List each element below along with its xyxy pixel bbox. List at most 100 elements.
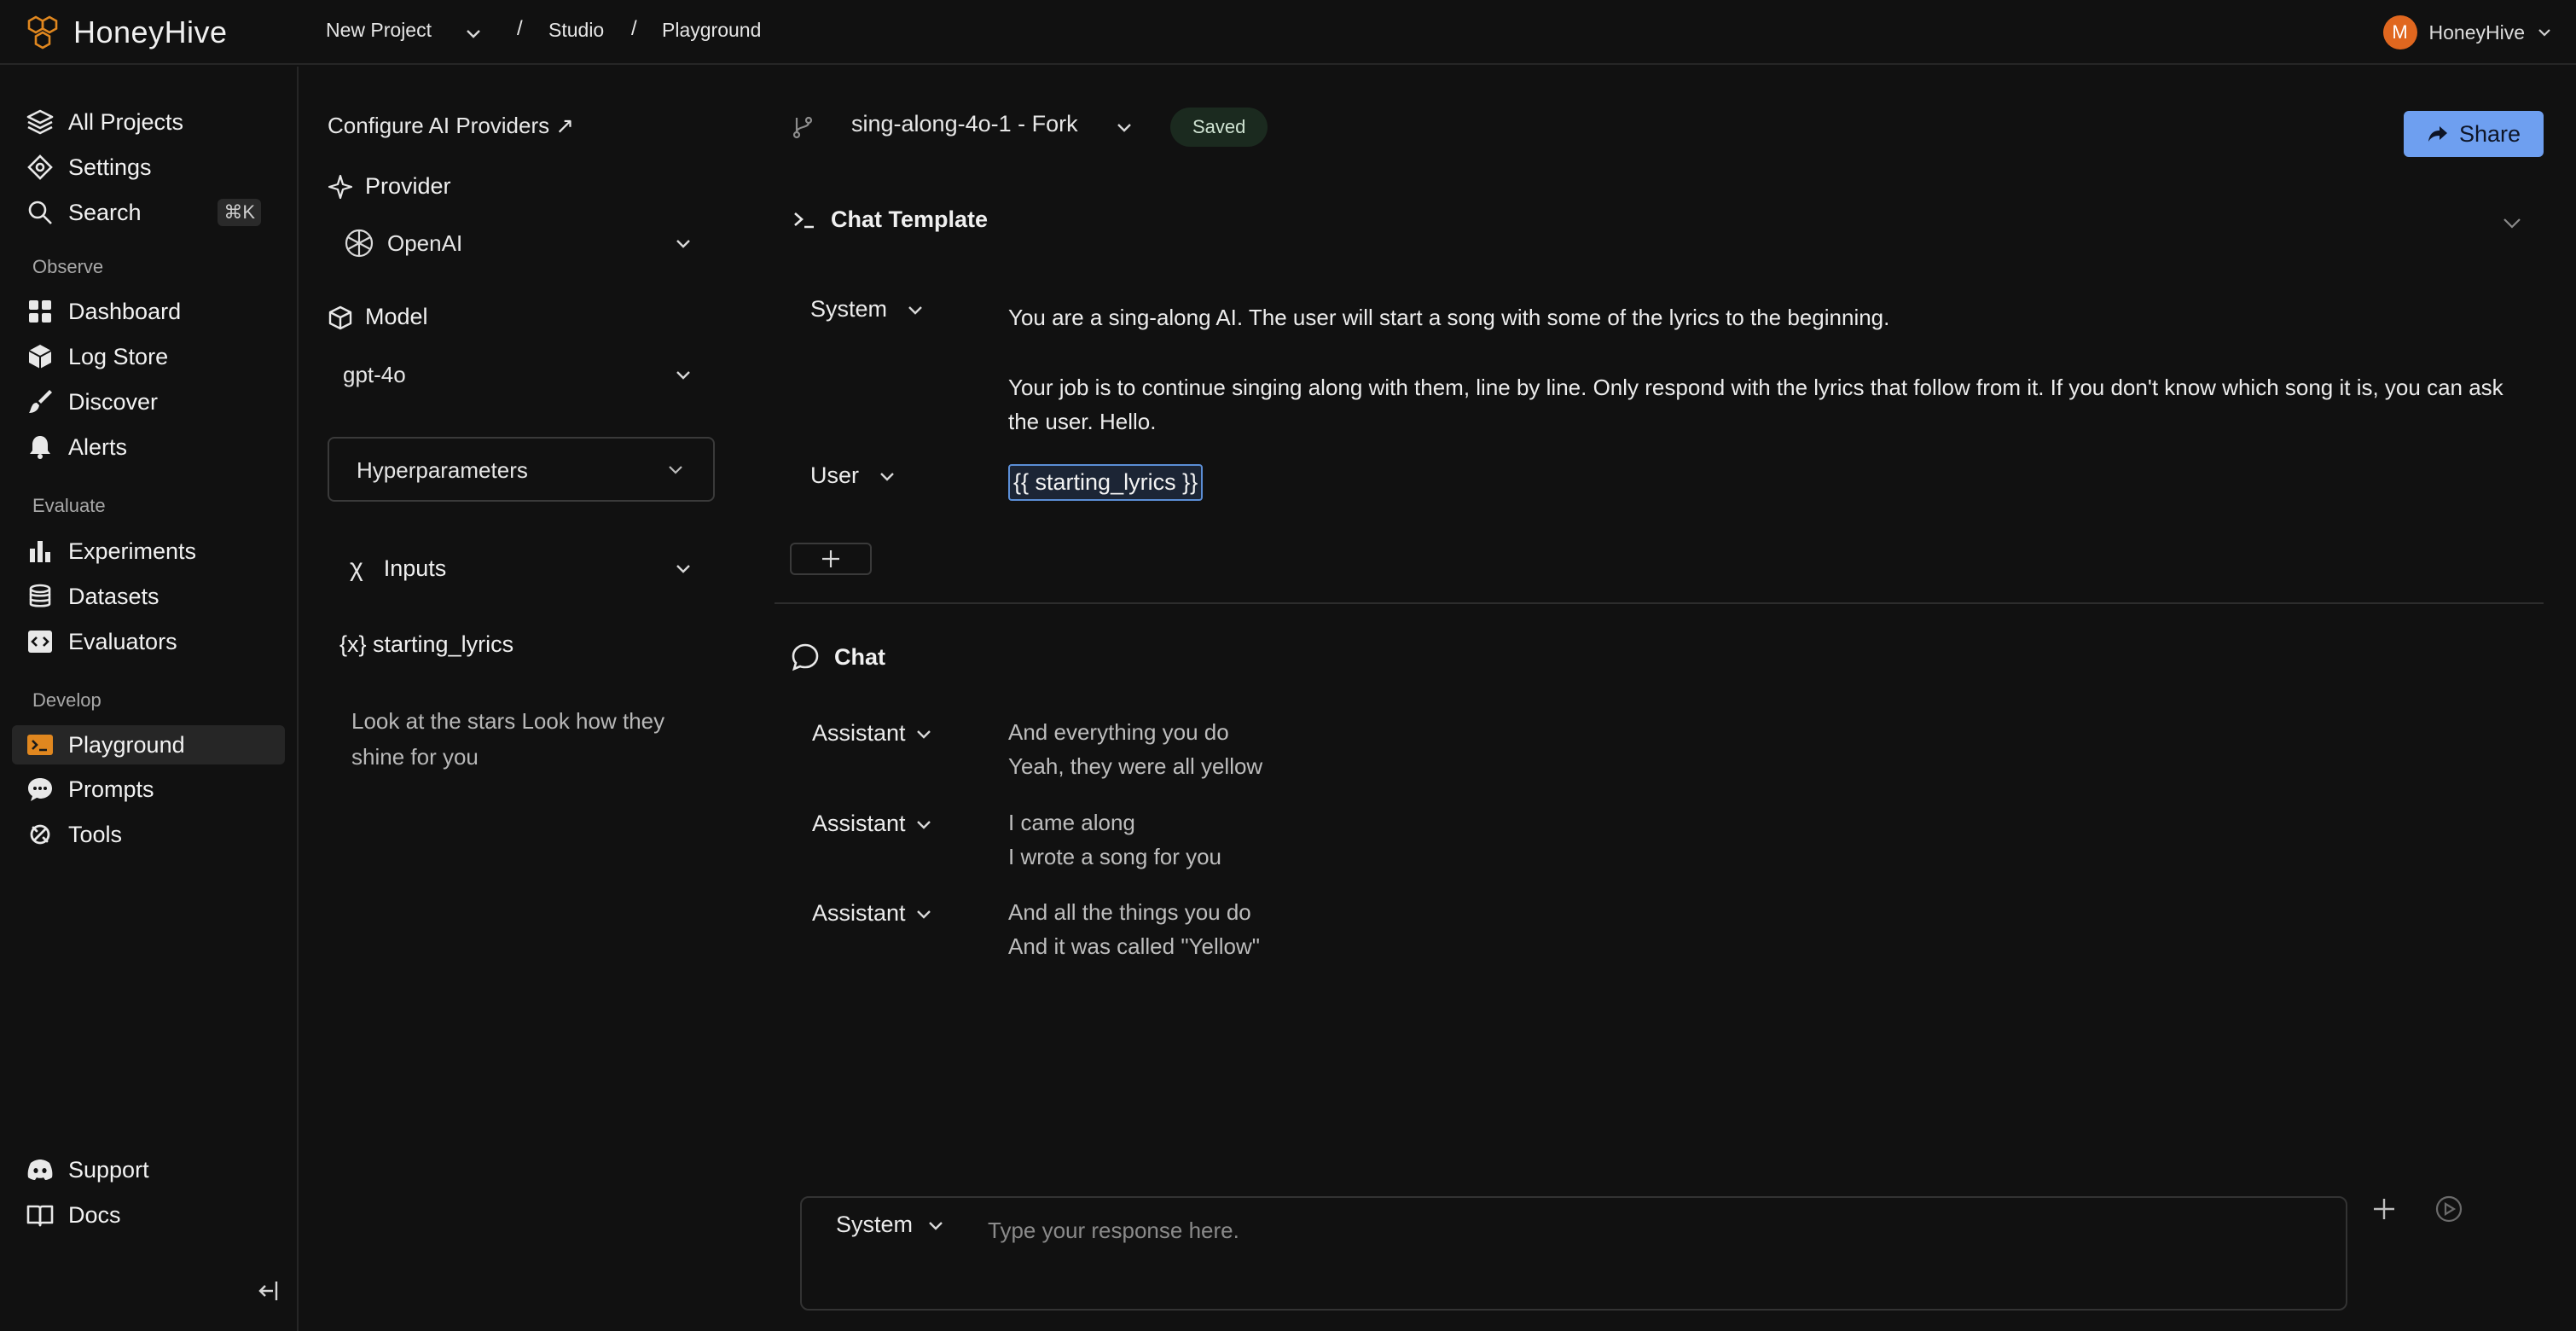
role-label: Assistant — [812, 811, 906, 836]
breadcrumb-separator: / — [631, 17, 637, 40]
section-title-evaluate: Evaluate — [32, 495, 106, 516]
code-icon — [12, 627, 60, 656]
collapse-sidebar-icon[interactable] — [256, 1278, 281, 1304]
package-icon — [328, 305, 353, 330]
sidebar-item-label: Search — [68, 199, 142, 225]
sidebar-item-experiments[interactable]: Experiments — [12, 532, 285, 571]
sidebar-item-tools[interactable]: Tools — [12, 815, 285, 854]
sidebar-item-datasets[interactable]: Datasets — [12, 577, 285, 616]
chevron-down-icon[interactable] — [464, 24, 483, 43]
message-composer: System — [800, 1196, 2347, 1311]
configure-providers-link[interactable]: Configure AI Providers ↗ — [328, 113, 574, 139]
model-heading: Model — [328, 304, 428, 330]
cube-icon — [12, 342, 60, 371]
chevron-down-icon — [878, 467, 896, 485]
sidebar-item-playground[interactable]: Playground — [12, 725, 285, 764]
breadcrumb-project[interactable]: New Project — [326, 19, 432, 42]
assistant-message[interactable]: And all the things you do And it was cal… — [1008, 895, 2527, 963]
add-message-plus-icon[interactable] — [2371, 1196, 2397, 1222]
chevron-down-icon[interactable] — [2501, 212, 2523, 234]
honeyhive-logo-icon — [24, 12, 65, 53]
assistant-message[interactable]: I came along I wrote a song for you — [1008, 805, 2527, 874]
system-message-line[interactable]: You are a sing-along AI. The user will s… — [1008, 300, 2527, 334]
sidebar-item-docs[interactable]: Docs — [12, 1195, 285, 1235]
chat-heading: Chat — [790, 642, 885, 672]
chevron-down-icon — [914, 904, 933, 923]
template-variable-chip[interactable]: {{ starting_lyrics }} — [1008, 464, 1204, 501]
role-label: User — [810, 462, 860, 488]
discord-icon — [12, 1155, 60, 1184]
sidebar-item-settings[interactable]: Settings — [12, 148, 285, 187]
database-icon — [12, 582, 60, 611]
sidebar-item-label: Prompts — [68, 776, 154, 802]
layers-icon — [12, 108, 60, 137]
role-select-assistant[interactable]: Assistant — [812, 811, 933, 837]
brand[interactable]: HoneyHive — [24, 12, 228, 53]
sidebar-item-label: Dashboard — [68, 298, 182, 324]
plus-icon — [820, 548, 842, 570]
openai-logo-icon — [343, 227, 375, 259]
prompt-name[interactable]: sing-along-4o-1 - Fork — [851, 111, 1078, 137]
hyperparameters-dropdown[interactable]: Hyperparameters — [328, 437, 715, 502]
role-label: System — [836, 1212, 914, 1237]
hyperparameters-label: Hyperparameters — [357, 457, 528, 483]
role-select-assistant[interactable]: Assistant — [812, 900, 933, 927]
role-select-system[interactable]: System — [810, 296, 925, 323]
chat-icon — [12, 775, 60, 804]
section-divider — [775, 602, 2544, 604]
sidebar-item-label: Discover — [68, 388, 159, 415]
breadcrumb-playground[interactable]: Playground — [662, 19, 761, 42]
add-message-button[interactable] — [790, 543, 872, 575]
provider-select[interactable]: OpenAI — [343, 225, 710, 261]
sidebar-item-evaluators[interactable]: Evaluators — [12, 622, 285, 661]
sidebar-item-alerts[interactable]: Alerts — [12, 427, 285, 467]
message-line: And everything you do — [1008, 719, 1229, 745]
assistant-message[interactable]: And everything you do Yeah, they were al… — [1008, 715, 2527, 783]
message-line: And it was called "Yellow" — [1008, 933, 1260, 959]
sidebar-item-label: Datasets — [68, 583, 160, 609]
input-variable-value[interactable]: Look at the stars Look how they shine fo… — [351, 703, 710, 775]
role-select-assistant[interactable]: Assistant — [812, 720, 933, 747]
sidebar-item-prompts[interactable]: Prompts — [12, 770, 285, 809]
section-title-observe: Observe — [32, 256, 104, 277]
chevron-down-icon — [674, 234, 693, 253]
sidebar-item-dashboard[interactable]: Dashboard — [12, 292, 285, 331]
sidebar-item-search[interactable]: Search ⌘K — [12, 193, 285, 232]
share-icon — [2427, 124, 2449, 144]
sidebar-item-log-store[interactable]: Log Store — [12, 337, 285, 376]
search-shortcut: ⌘K — [218, 199, 261, 226]
terminal-prompt-icon — [792, 207, 817, 233]
inputs-toggle[interactable]: χ Inputs — [350, 550, 710, 586]
response-input[interactable] — [988, 1212, 2318, 1249]
breadcrumb-studio[interactable]: Studio — [548, 19, 604, 42]
role-select-user[interactable]: User — [810, 462, 896, 489]
sidebar-item-label: Docs — [68, 1201, 121, 1228]
bell-icon — [12, 433, 60, 462]
user-menu[interactable]: M HoneyHive — [2382, 15, 2553, 49]
system-message-line[interactable]: Your job is to continue singing along wi… — [1008, 370, 2527, 439]
role-label: Assistant — [812, 900, 906, 926]
sidebar-item-label: Settings — [68, 154, 152, 180]
sidebar-item-discover[interactable]: Discover — [12, 382, 285, 421]
breadcrumb-separator: / — [517, 17, 523, 40]
chat-bubble-icon — [790, 642, 821, 672]
bar-chart-icon — [12, 537, 60, 566]
run-icon[interactable] — [2434, 1194, 2463, 1223]
sidebar: All Projects Settings Search ⌘K Observe … — [0, 67, 299, 1331]
chevron-down-icon — [2537, 25, 2552, 40]
provider-heading-label: Provider — [365, 173, 451, 199]
chat-title: Chat — [834, 643, 885, 670]
section-title-develop: Develop — [32, 689, 102, 711]
chevron-down-icon[interactable] — [1115, 118, 1134, 137]
chi-icon: χ — [350, 554, 363, 582]
sparkle-icon — [328, 174, 353, 200]
sidebar-item-label: Log Store — [68, 343, 169, 369]
share-button[interactable]: Share — [2404, 111, 2544, 157]
composer-role-select[interactable]: System — [836, 1212, 945, 1238]
sidebar-item-all-projects[interactable]: All Projects — [12, 102, 285, 142]
sidebar-item-support[interactable]: Support — [12, 1150, 285, 1189]
sidebar-item-label: Tools — [68, 821, 123, 847]
model-value: gpt-4o — [343, 361, 406, 387]
model-select[interactable]: gpt-4o — [343, 357, 710, 392]
chat-template-title: Chat Template — [831, 206, 989, 232]
